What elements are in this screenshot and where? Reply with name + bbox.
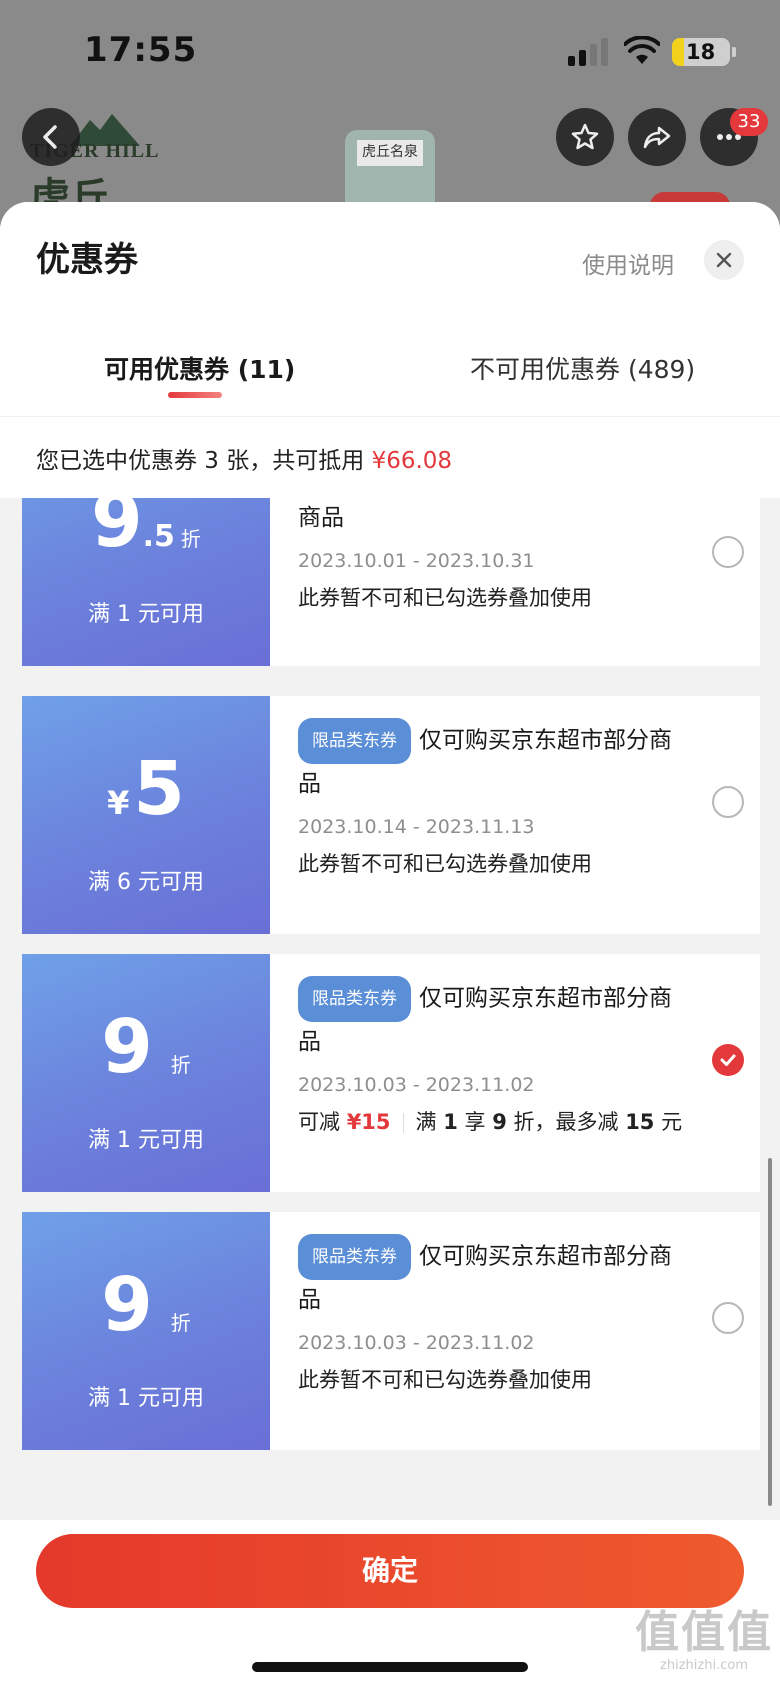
rule-threshold: 1 bbox=[443, 1110, 458, 1134]
coupon-select-radio[interactable] bbox=[712, 786, 744, 818]
check-icon bbox=[720, 1054, 736, 1066]
coupon-stack-note: 此券暂不可和已勾选券叠加使用 bbox=[298, 1368, 592, 1392]
rule-discount: 9 bbox=[492, 1110, 507, 1134]
coupon-description: 商品 bbox=[298, 505, 344, 531]
coupon-discount-unit: 折 bbox=[170, 1311, 191, 1335]
close-icon bbox=[716, 252, 732, 268]
tab-unavailable-coupons[interactable]: 不可用优惠券 (489) bbox=[470, 350, 695, 386]
coupon-value-panel: 9折 满 1 元可用 bbox=[22, 954, 270, 1192]
summary-text: 您已选中优惠券 3 张，共可抵用 bbox=[36, 448, 372, 474]
coupon-amount-value: 5 bbox=[133, 746, 185, 832]
home-indicator[interactable] bbox=[252, 1662, 528, 1672]
status-time: 17:55 bbox=[84, 30, 198, 70]
coupon-card[interactable]: ¥5 满 6 元可用 限品类东券 仅可购买京东超市部分商品 2023.10.14 … bbox=[22, 696, 760, 934]
back-button[interactable] bbox=[22, 108, 80, 166]
more-badge: 33 bbox=[730, 108, 768, 136]
coupon-value-panel: 9.5 折 满 1 元可用 bbox=[22, 498, 270, 666]
sheet-header: 优惠券 使用说明 可用优惠券 (11) 不可用优惠券 (489) bbox=[0, 202, 780, 416]
coupon-info: 限品类东券 仅可购买京东超市部分商品 2023.10.03 - 2023.11.0… bbox=[298, 1234, 678, 1394]
tab-available-coupons[interactable]: 可用优惠券 (11) bbox=[104, 350, 295, 386]
coupon-category-tag: 限品类东券 bbox=[298, 1234, 411, 1280]
coupon-card[interactable]: 9折 满 1 元可用 限品类东券 仅可购买京东超市部分商品 2023.10.03 … bbox=[22, 954, 760, 1192]
favorite-button[interactable] bbox=[556, 108, 614, 166]
coupon-stack-note: 此券暂不可和已勾选券叠加使用 bbox=[298, 586, 592, 610]
note-divider bbox=[402, 1113, 404, 1133]
rule-max: 15 bbox=[625, 1110, 655, 1134]
share-button[interactable] bbox=[628, 108, 686, 166]
wifi-icon bbox=[624, 36, 660, 64]
rule-text: 满 bbox=[415, 1110, 444, 1134]
sheet-title: 优惠券 bbox=[36, 240, 138, 280]
coupon-info: 商品 2023.10.01 - 2023.10.31 此券暂不可和已勾选券叠加使… bbox=[298, 498, 678, 612]
back-arrow-icon bbox=[43, 125, 57, 149]
coupon-discount-unit: 折 bbox=[180, 527, 201, 551]
bottle-label: 虎丘名泉 bbox=[357, 140, 423, 166]
rule-text: 元 bbox=[654, 1110, 683, 1134]
coupon-select-radio[interactable] bbox=[712, 536, 744, 568]
coupon-discount-value: 9 bbox=[101, 1262, 153, 1348]
coupon-category-tag: 限品类东券 bbox=[298, 976, 411, 1022]
coupon-validity-date: 2023.10.14 - 2023.11.13 bbox=[298, 816, 535, 838]
coupon-select-radio[interactable] bbox=[712, 1302, 744, 1334]
rule-text: 享 bbox=[457, 1110, 493, 1134]
coupon-info: 限品类东券 仅可购买京东超市部分商品 2023.10.14 - 2023.11.1… bbox=[298, 718, 678, 878]
coupon-discount-fraction: .5 bbox=[142, 519, 175, 554]
coupon-card[interactable]: 9.5 折 满 1 元可用 商品 2023.10.01 - 2023.10.31 … bbox=[22, 498, 760, 666]
battery-icon: 18 bbox=[672, 38, 730, 66]
coupon-validity-date: 2023.10.01 - 2023.10.31 bbox=[298, 550, 535, 572]
rule-text: 折，最多减 bbox=[506, 1110, 626, 1134]
coupon-select-radio-checked[interactable] bbox=[712, 1044, 744, 1076]
coupon-sheet: 优惠券 使用说明 可用优惠券 (11) 不可用优惠券 (489) 您已选中优惠券… bbox=[0, 202, 780, 1688]
coupon-min-spend: 满 1 元可用 bbox=[88, 1386, 204, 1411]
coupon-category-tag: 限品类东券 bbox=[298, 718, 411, 764]
coupon-card[interactable]: 9折 满 1 元可用 限品类东券 仅可购买京东超市部分商品 2023.10.03 … bbox=[22, 1212, 760, 1450]
active-tab-indicator bbox=[168, 392, 222, 398]
battery-tip bbox=[732, 47, 736, 57]
close-button[interactable] bbox=[704, 240, 744, 280]
coupon-value-panel: 9折 满 1 元可用 bbox=[22, 1212, 270, 1450]
coupon-min-spend: 满 1 元可用 bbox=[88, 1128, 204, 1153]
coupon-info: 限品类东券 仅可购买京东超市部分商品 2023.10.03 - 2023.11.0… bbox=[298, 976, 682, 1136]
coupon-stack-note: 此券暂不可和已勾选券叠加使用 bbox=[298, 852, 592, 876]
summary-amount: ¥66.08 bbox=[371, 448, 453, 474]
savings-prefix: 可减 bbox=[298, 1110, 347, 1134]
watermark-url: zhizhizhi.com bbox=[660, 1658, 748, 1673]
coupon-savings-note: 可减 ¥15 满 1 享 9 折，最多减 15 元 bbox=[298, 1106, 682, 1136]
signal-icon bbox=[568, 38, 610, 66]
coupon-list-scrollbar[interactable] bbox=[768, 1158, 772, 1506]
watermark-glyphs: 值值值 bbox=[635, 1607, 773, 1658]
coupon-min-spend: 满 6 元可用 bbox=[88, 870, 204, 895]
coupon-validity-date: 2023.10.03 - 2023.11.02 bbox=[298, 1074, 535, 1096]
status-bar: 17:55 18 bbox=[0, 0, 780, 100]
usage-instructions-link[interactable]: 使用说明 bbox=[582, 246, 674, 280]
coupon-discount-unit: 折 bbox=[170, 1053, 191, 1077]
selection-summary: 您已选中优惠券 3 张，共可抵用 ¥66.08 bbox=[0, 416, 780, 498]
share-icon bbox=[643, 126, 671, 149]
coupon-validity-date: 2023.10.03 - 2023.11.02 bbox=[298, 1332, 535, 1354]
watermark: 值值值 zhizhizhi.com bbox=[632, 1596, 776, 1673]
coupon-currency-symbol: ¥ bbox=[107, 784, 130, 822]
coupon-value-panel: ¥5 满 6 元可用 bbox=[22, 696, 270, 934]
coupon-min-spend: 满 1 元可用 bbox=[88, 602, 204, 627]
savings-amount: ¥15 bbox=[346, 1110, 391, 1134]
battery-level: 18 bbox=[686, 40, 716, 64]
coupon-discount-value: 9 bbox=[101, 1004, 153, 1090]
star-icon bbox=[571, 123, 599, 150]
coupon-list[interactable]: 9.5 折 满 1 元可用 商品 2023.10.01 - 2023.10.31 … bbox=[0, 498, 780, 1520]
coupon-discount-value: 9 bbox=[91, 498, 143, 564]
